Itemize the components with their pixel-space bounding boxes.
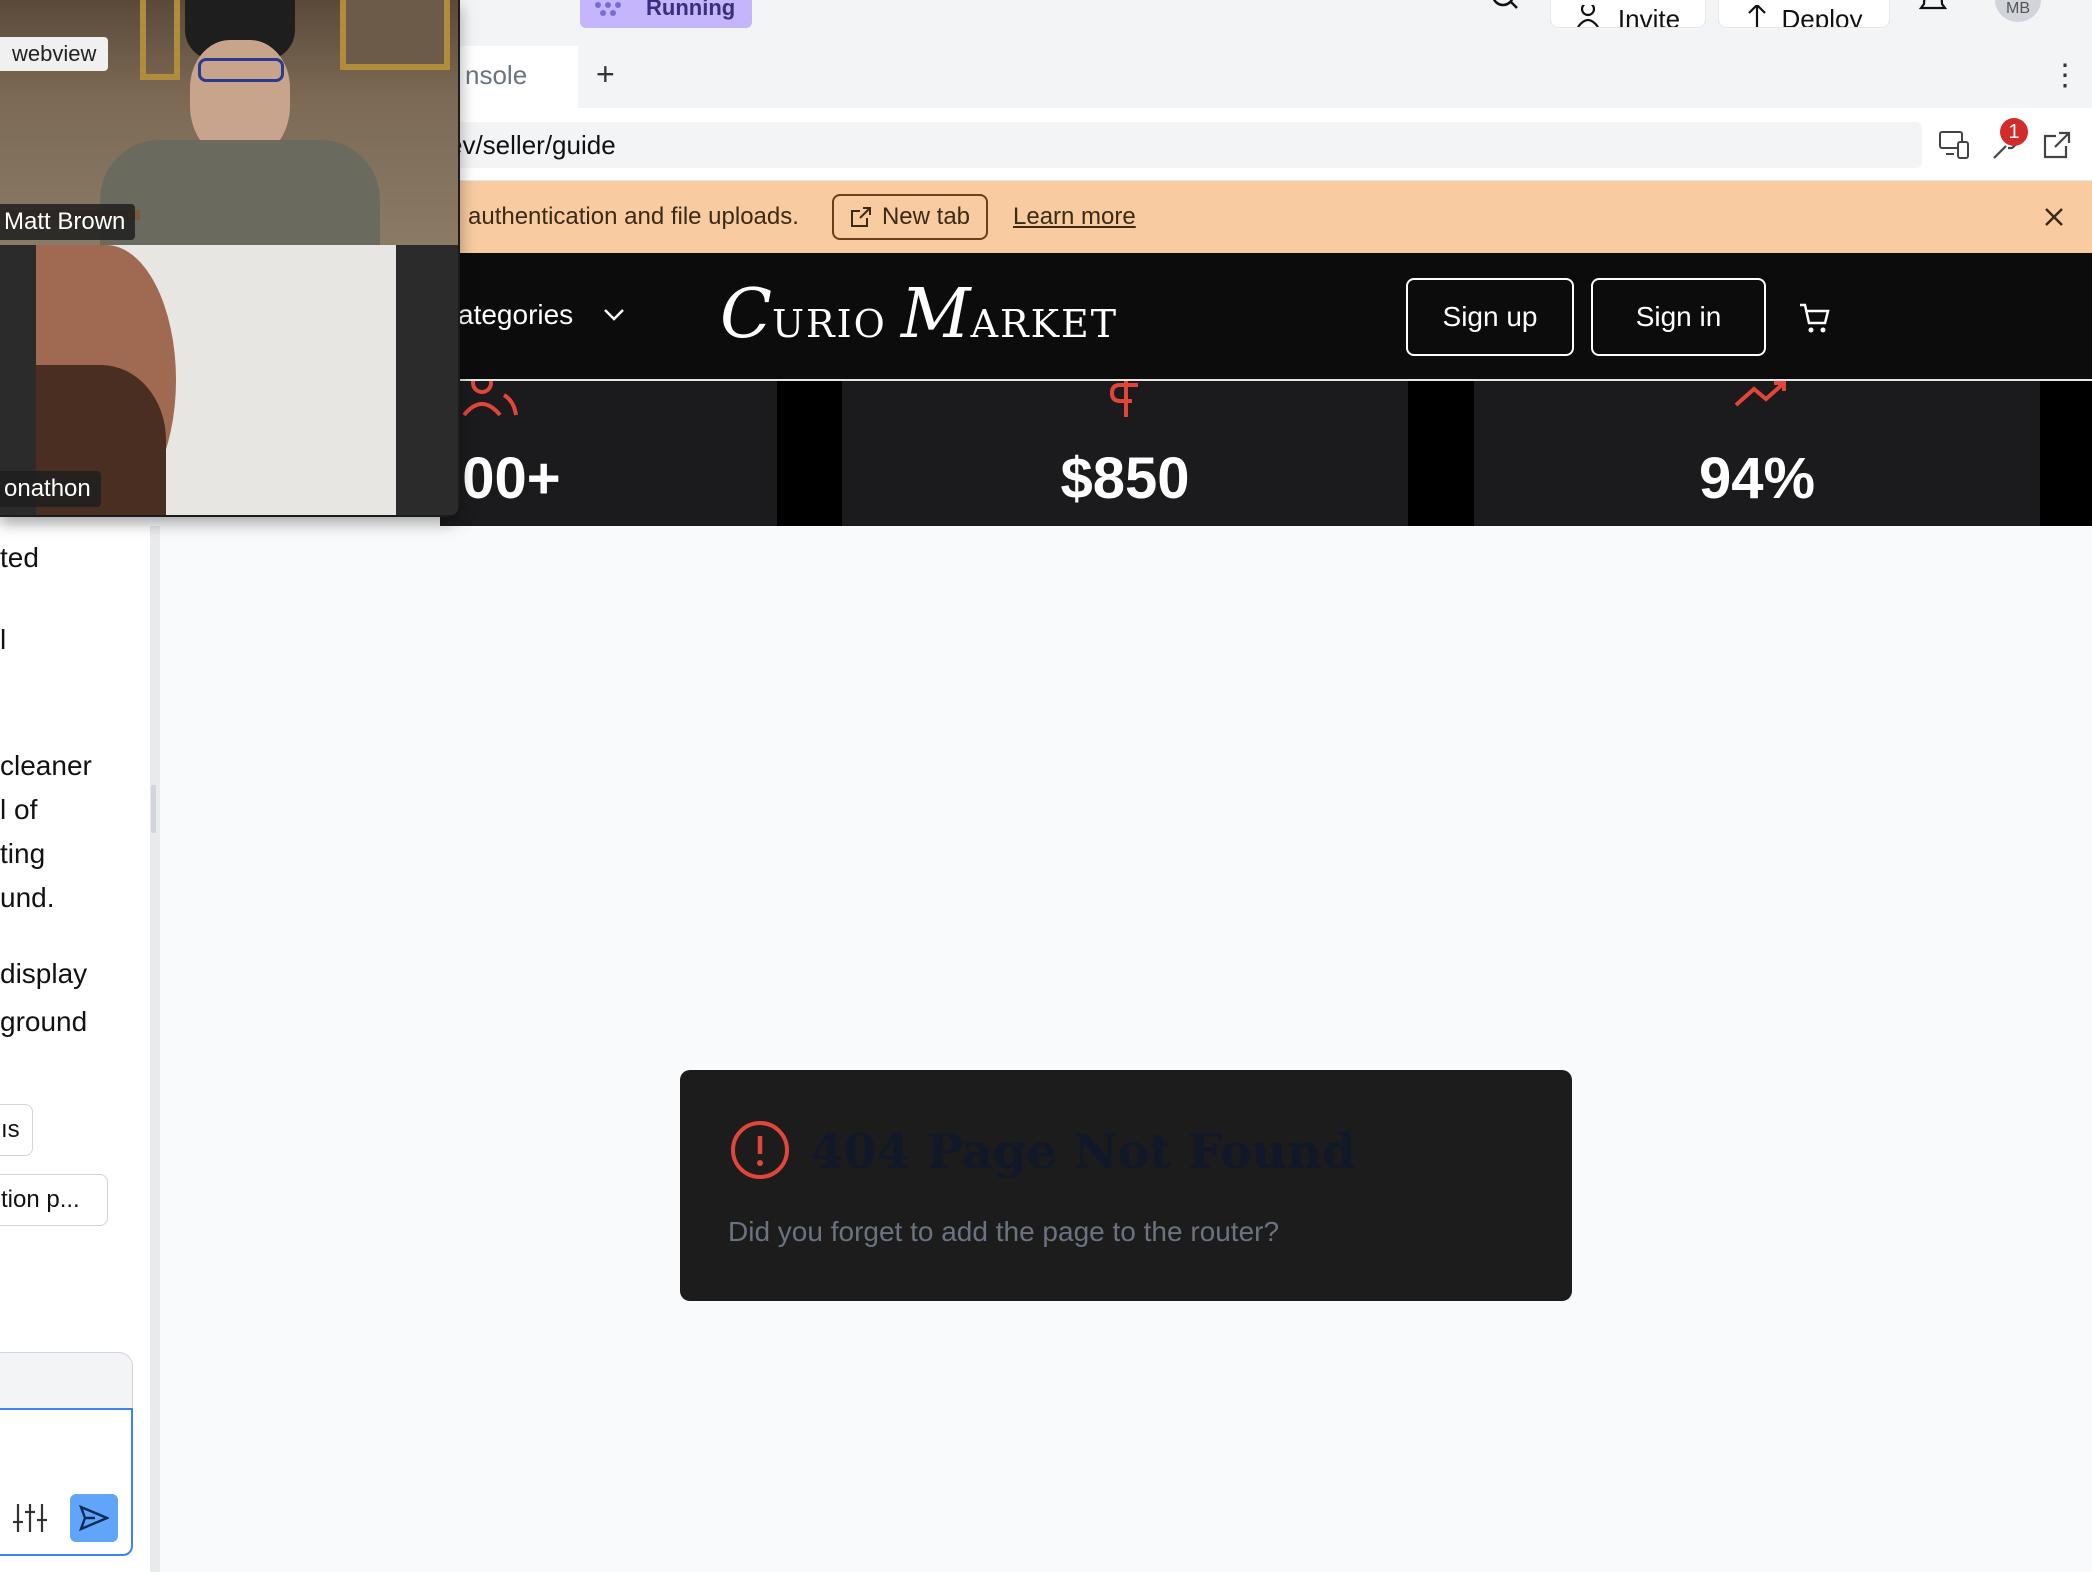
tab-console-label: nsole — [465, 60, 528, 90]
categories-label: ategories — [458, 299, 574, 330]
not-found-message: Did you forget to add the page to the ro… — [728, 1216, 1280, 1247]
chat-line: l — [0, 624, 7, 655]
sign-up-button[interactable]: Sign up — [1406, 278, 1574, 356]
stat-card-satisfaction: 94% — [1474, 381, 2040, 526]
participant-name-tag: onathon — [0, 471, 101, 507]
send-icon — [79, 1505, 109, 1531]
not-found-card: 404 Page Not Found Did you forget to add… — [680, 1070, 1572, 1301]
avatar-initials: MB — [2006, 0, 2030, 17]
bell-icon[interactable] — [1918, 0, 1948, 14]
stat-value: 94% — [1698, 446, 1816, 511]
send-button[interactable] — [70, 1494, 118, 1542]
chat-line: display — [0, 958, 88, 989]
chevron-down-icon — [604, 309, 625, 321]
participant-glasses — [198, 58, 284, 82]
more-menu-icon[interactable]: ⋮ — [2050, 58, 2080, 93]
categories-menu[interactable]: ategories — [458, 299, 625, 331]
trending-up-icon — [1734, 381, 1786, 407]
resize-handle[interactable] — [151, 785, 156, 833]
logo-letter-m: M — [900, 275, 971, 354]
tab-console[interactable]: nsole — [455, 46, 578, 108]
logo-letter-c: C — [720, 275, 773, 354]
device-preview-icon[interactable] — [1938, 130, 1970, 160]
replit-run-icon — [595, 2, 621, 16]
deploy-icon — [1747, 5, 1766, 27]
deploy-label: Deploy — [1781, 4, 1863, 28]
stat-card-earnings: $850 — [842, 381, 1408, 526]
new-tab-button[interactable]: New tab — [832, 194, 988, 240]
sliders-icon[interactable] — [12, 1500, 48, 1536]
dollar-icon — [1109, 381, 1138, 417]
participant-video: onathon — [0, 245, 458, 515]
add-tab-button[interactable]: + — [596, 56, 615, 93]
invite-button[interactable]: Invite — [1550, 0, 1706, 28]
alert-circle-icon — [731, 1121, 789, 1179]
chat-line: ting — [0, 838, 46, 869]
open-external-icon[interactable] — [2042, 130, 2072, 160]
participant-shirt — [100, 140, 380, 245]
deploy-button[interactable]: Deploy — [1718, 0, 1890, 28]
warning-banner: authentication and file uploads. New tab… — [440, 181, 2092, 253]
stats-strip: 200+ $850 94% — [430, 381, 2092, 526]
stat-card-sellers: 200+ — [430, 381, 777, 526]
chat-line: ted — [0, 542, 39, 573]
site-logo[interactable]: CURIO MARKET — [720, 275, 1118, 354]
close-icon[interactable] — [2036, 199, 2072, 235]
learn-more-link[interactable]: Learn more — [1013, 203, 1136, 231]
search-icon[interactable] — [1490, 0, 1520, 14]
run-status-pill[interactable]: Running — [580, 0, 752, 28]
users-icon — [462, 381, 518, 417]
chat-line: l of — [0, 794, 38, 825]
sign-in-button[interactable]: Sign in — [1591, 278, 1766, 356]
cart-icon[interactable] — [1798, 301, 1832, 335]
picture-frame — [140, 0, 180, 80]
new-tab-label: New tab — [881, 203, 971, 230]
url-field[interactable]: ev/seller/guide — [440, 122, 1922, 168]
participant-name-tag: Matt Brown — [0, 204, 136, 240]
composer-header — [0, 1352, 133, 1408]
stat-value: $850 — [1060, 446, 1190, 511]
run-status-label: Running — [646, 0, 736, 20]
participant-video: webview Matt Brown — [0, 0, 458, 245]
invite-label: Invite — [1617, 4, 1681, 28]
logo-part-urio: URIO — [772, 302, 901, 346]
chat-line: cleaner — [0, 750, 92, 781]
chat-line: und. — [0, 882, 55, 913]
site-header: ategories CURIO MARKET Sign up Sign in — [440, 253, 2092, 381]
logo-part-arket: ARKET — [970, 302, 1119, 346]
suggestion-chip[interactable]: tion p... — [0, 1174, 108, 1226]
url-text: ev/seller/guide — [448, 130, 616, 160]
suggestion-chip[interactable]: ıs — [0, 1104, 33, 1156]
not-found-title: 404 Page Not Found — [810, 1124, 1356, 1180]
banner-message: authentication and file uploads. — [468, 203, 799, 230]
user-plus-icon — [1577, 5, 1599, 27]
webview-tag: webview — [0, 37, 109, 71]
video-call-overlay[interactable]: webview Matt Brown onathon — [0, 0, 460, 517]
chat-line: ground — [0, 1006, 88, 1037]
devtools-badge: 1 — [2000, 118, 2028, 146]
panel-divider[interactable] — [150, 526, 160, 1572]
picture-frame — [340, 0, 450, 70]
external-link-icon — [850, 207, 871, 227]
